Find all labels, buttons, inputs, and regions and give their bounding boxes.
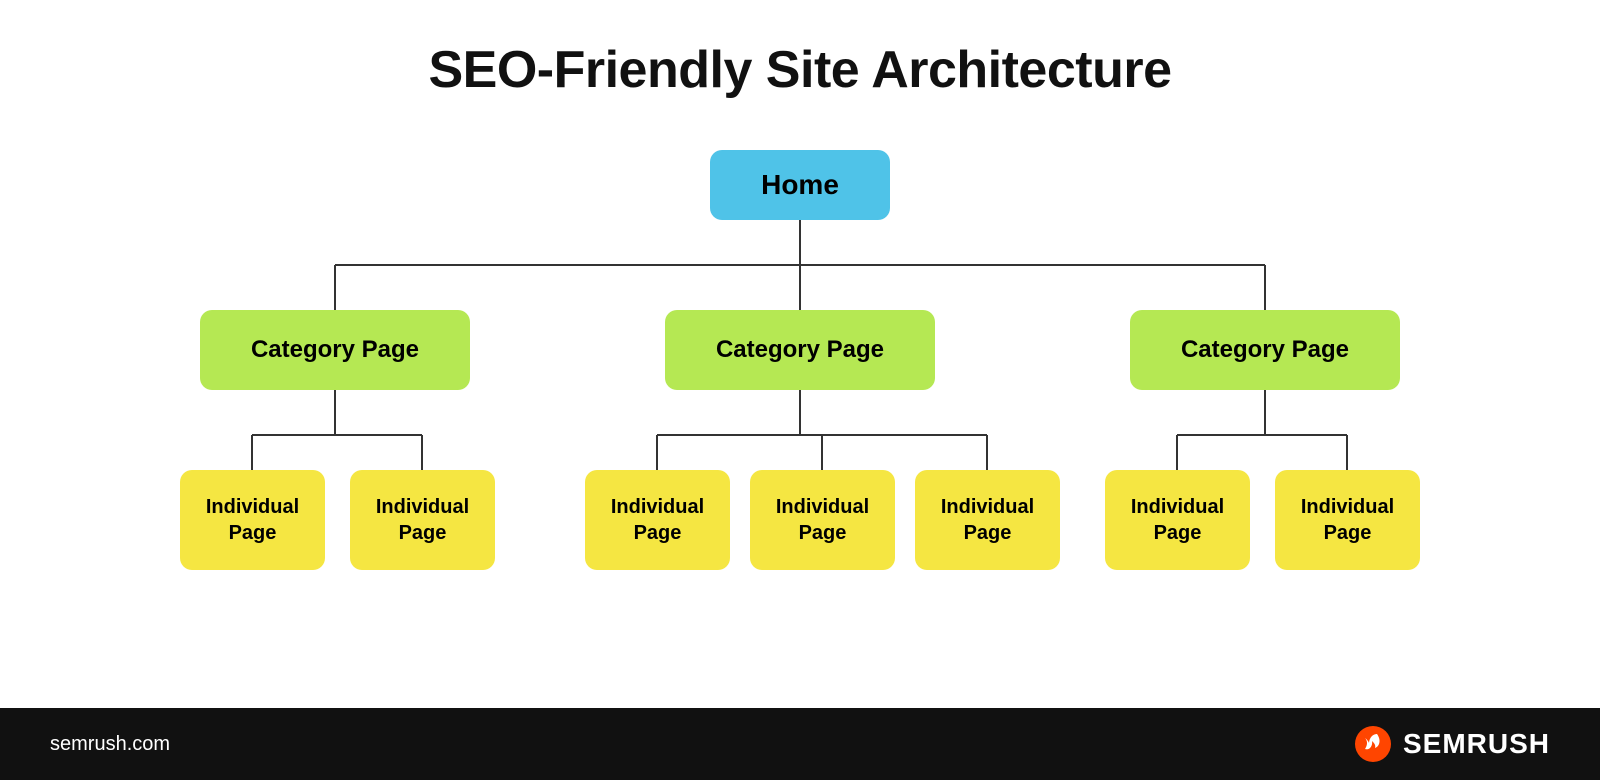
individual-node-1-1: Individual Page	[180, 470, 325, 570]
home-node: Home	[710, 150, 890, 220]
individual-node-3-2: Individual Page	[1275, 470, 1420, 570]
individual-node-2-1: Individual Page	[585, 470, 730, 570]
footer-url: semrush.com	[50, 733, 170, 756]
main-content: SEO-Friendly Site Architecture	[0, 0, 1600, 708]
individual-node-1-2: Individual Page	[350, 470, 495, 570]
category-node-2: Category Page	[665, 310, 935, 390]
individual-node-2-3: Individual Page	[915, 470, 1060, 570]
category-node-3: Category Page	[1130, 310, 1400, 390]
category-node-1: Category Page	[200, 310, 470, 390]
semrush-logo: SEMRUSH	[1355, 726, 1550, 762]
semrush-brand-text: SEMRUSH	[1403, 728, 1550, 760]
semrush-flame-icon	[1355, 726, 1391, 762]
footer: semrush.com SEMRUSH	[0, 708, 1600, 780]
individual-node-3-1: Individual Page	[1105, 470, 1250, 570]
page-title: SEO-Friendly Site Architecture	[428, 40, 1171, 100]
site-architecture-diagram: Home Category Page Category Page Categor…	[150, 150, 1450, 570]
individual-node-2-2: Individual Page	[750, 470, 895, 570]
